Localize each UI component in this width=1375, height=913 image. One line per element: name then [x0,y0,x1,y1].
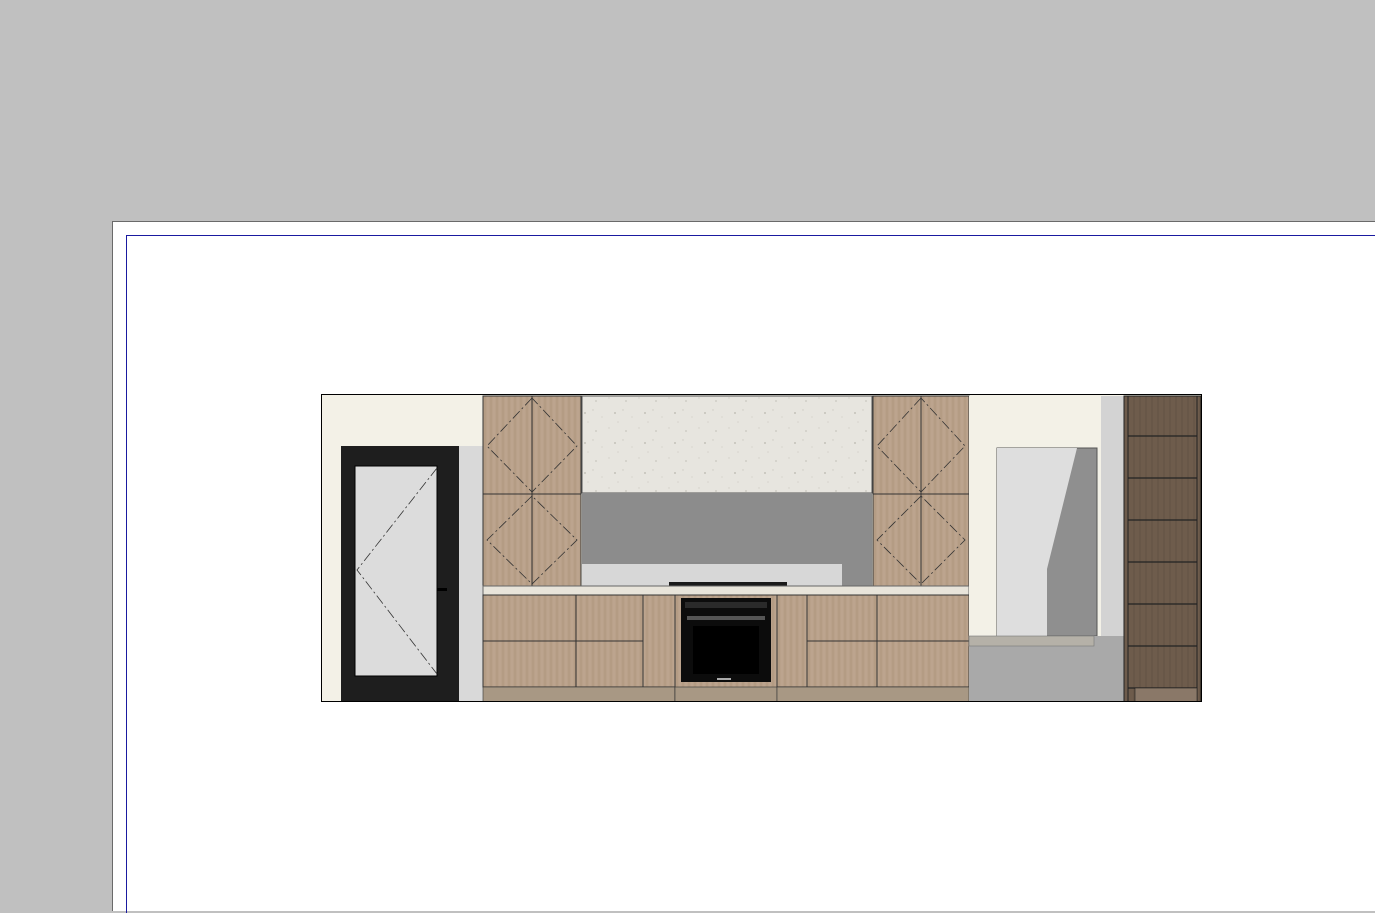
wall-niche [968,396,1124,702]
built-in-oven [674,594,778,702]
countertop [482,585,970,596]
tall-shelving-unit [1123,395,1202,702]
base-cabinets-right [776,594,970,702]
left-door [341,446,483,702]
cooktop [669,582,787,586]
upper-wall-cabinet-left [482,395,582,587]
stone-backsplash-panel [581,395,873,494]
elevation-viewport[interactable] [321,394,1202,702]
upper-wall-cabinet-right [872,395,970,587]
base-cabinets-left [482,594,676,702]
kitchen-elevation-drawing [321,394,1202,702]
